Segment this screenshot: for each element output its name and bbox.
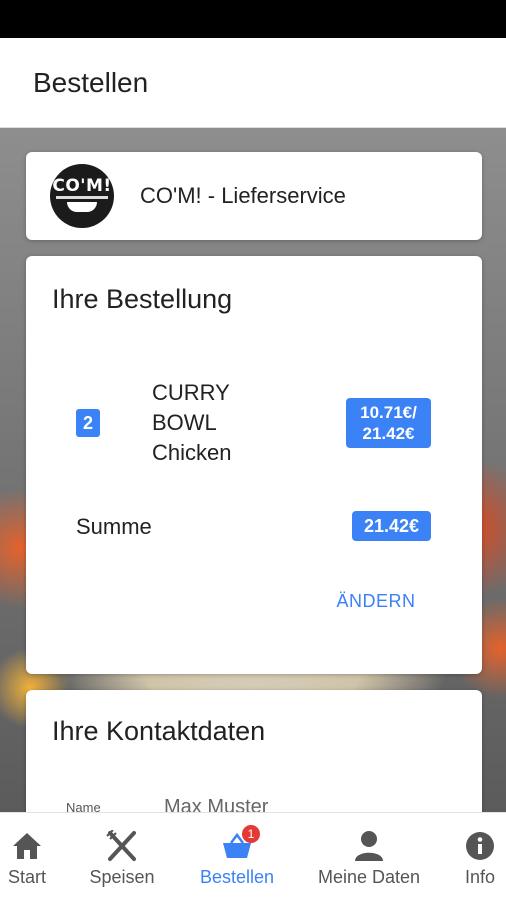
sum-label: Summe xyxy=(76,514,152,539)
contact-title: Ihre Kontaktdaten xyxy=(52,716,266,746)
restaurant-name: CO'M! - Lieferservice xyxy=(140,183,346,208)
home-icon xyxy=(10,829,44,863)
app-bar: Bestellen xyxy=(0,38,506,128)
nav-label-speisen: Speisen xyxy=(89,867,155,887)
unit-price: 10.71€/ xyxy=(360,403,417,422)
nav-item-speisen[interactable]: Speisen xyxy=(54,813,190,900)
person-icon xyxy=(352,829,386,863)
logo-text: CO'M! xyxy=(52,176,112,196)
restaurant-card[interactable]: CO'M! CO'M! - Lieferservice xyxy=(26,152,482,240)
info-icon xyxy=(463,829,497,863)
nav-item-start[interactable]: Start xyxy=(0,813,54,900)
item-name-line: CURRY xyxy=(152,380,230,405)
sum-badge: 21.42€ xyxy=(352,511,431,541)
logo-bowl xyxy=(67,202,97,212)
nav-item-meine-daten[interactable]: Meine Daten xyxy=(284,813,454,900)
restaurant-logo: CO'M! xyxy=(50,164,114,228)
nav-label-info: Info xyxy=(464,867,496,887)
change-order-button[interactable]: ÄNDERN xyxy=(326,589,426,613)
name-field-label: Name xyxy=(66,800,101,812)
basket-icon: 1 xyxy=(220,825,260,863)
status-bar xyxy=(0,0,506,38)
item-name-line: Chicken xyxy=(152,440,232,465)
nav-label-start: Start xyxy=(7,867,46,887)
bottom-navigation: Start Speisen 1 Bestellen Meine Daten In… xyxy=(0,812,506,900)
cart-count-badge: 1 xyxy=(242,825,260,843)
nav-item-info[interactable]: Info xyxy=(454,813,506,900)
order-card: Ihre Bestellung 2 CURRY BOWL Chicken 10.… xyxy=(26,256,482,674)
item-name-line: BOWL xyxy=(152,410,217,435)
scroll-content[interactable]: CO'M! CO'M! - Lieferservice Ihre Bestell… xyxy=(0,128,506,812)
order-title: Ihre Bestellung xyxy=(52,284,233,314)
cutlery-icon xyxy=(105,829,139,863)
order-item-name: CURRY BOWL Chicken xyxy=(152,378,292,468)
nav-item-bestellen[interactable]: 1 Bestellen xyxy=(190,813,284,900)
nav-label-meine-daten: Meine Daten xyxy=(317,867,421,887)
page-title: Bestellen xyxy=(33,66,149,98)
contact-card: Ihre Kontaktdaten Name xyxy=(26,690,482,812)
name-field[interactable] xyxy=(164,796,414,812)
item-price-badge: 10.71€/ 21.42€ xyxy=(346,398,431,448)
nav-label-bestellen: Bestellen xyxy=(199,867,275,887)
total-price: 21.42€ xyxy=(362,424,415,443)
quantity-badge: 2 xyxy=(76,409,100,437)
logo-stripe xyxy=(56,196,108,199)
